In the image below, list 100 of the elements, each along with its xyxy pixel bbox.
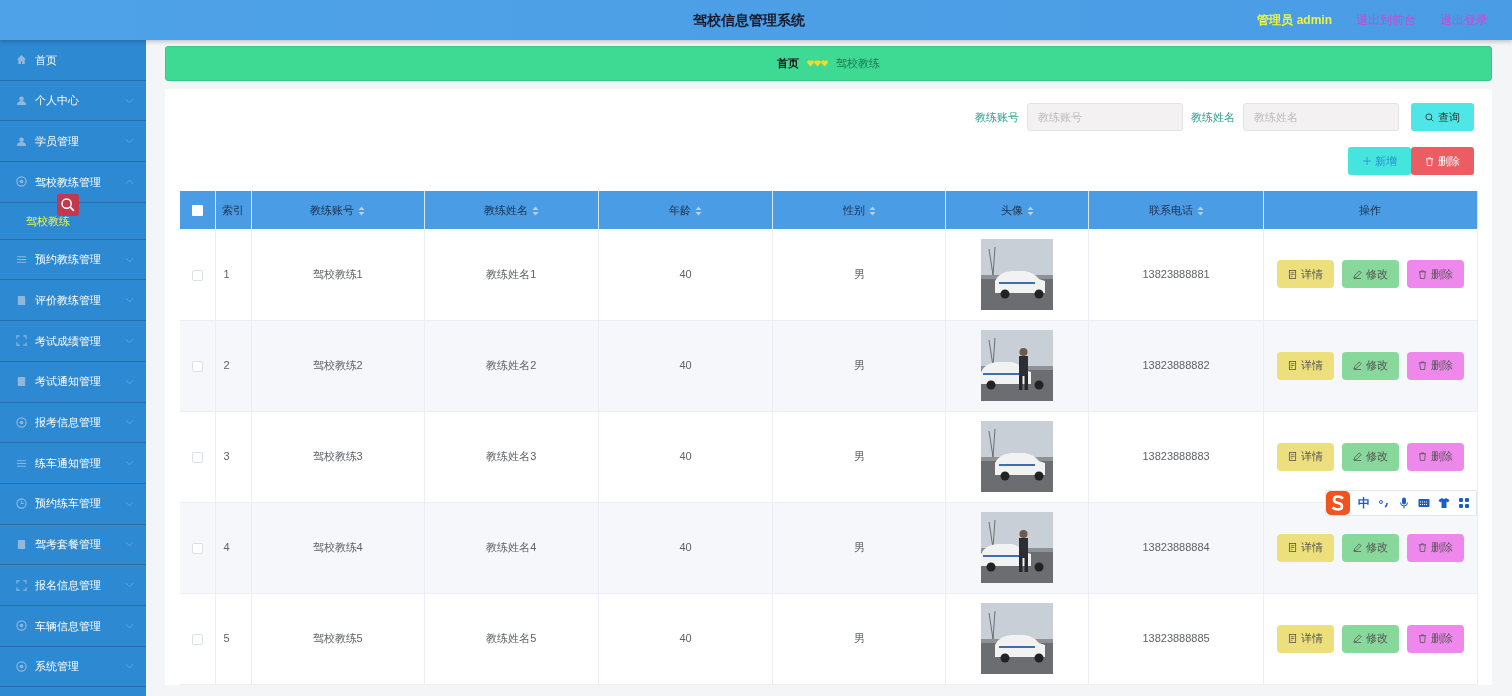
table-cell: 40 bbox=[679, 541, 692, 554]
trash-icon bbox=[1417, 361, 1427, 370]
detail-button[interactable]: 详情 bbox=[1276, 260, 1334, 289]
row-checkbox[interactable] bbox=[191, 360, 203, 372]
sidebar-item[interactable]: 报名信息管理 bbox=[0, 565, 146, 606]
table-cell: 驾校教练5 bbox=[312, 632, 363, 645]
pencil-icon bbox=[1352, 452, 1362, 461]
table-cell: 13823888882 bbox=[1142, 359, 1210, 372]
delete-button[interactable]: 删除 bbox=[1406, 351, 1464, 380]
detail-button[interactable]: 详情 bbox=[1276, 533, 1334, 562]
ime-mode-label[interactable]: 中 bbox=[1358, 494, 1370, 512]
table-cell: 驾校教练3 bbox=[312, 450, 363, 463]
table-cell: 男 bbox=[853, 541, 865, 554]
sidebar-item[interactable]: 车辆信息管理 bbox=[0, 605, 146, 647]
breadcrumb-item[interactable]: 首页 bbox=[777, 55, 799, 72]
sidebar-item[interactable]: 首页 bbox=[0, 40, 146, 81]
doc-icon bbox=[1287, 269, 1297, 279]
column-header[interactable]: 性别 bbox=[842, 203, 876, 216]
circle-icon bbox=[16, 416, 27, 428]
table-cell: 40 bbox=[679, 632, 692, 645]
hearts-icon bbox=[807, 60, 828, 67]
add-button[interactable]: 新增 bbox=[1348, 147, 1411, 175]
table-cell: 教练姓名2 bbox=[486, 359, 537, 372]
table-cell: 驾校教练1 bbox=[312, 268, 363, 280]
table-cell: 男 bbox=[853, 450, 865, 463]
field-label: 教练姓名 bbox=[1191, 109, 1235, 125]
sidebar-item[interactable]: 驾考套餐管理 bbox=[0, 524, 146, 566]
list-icon bbox=[16, 457, 27, 469]
detail-button[interactable]: 详情 bbox=[1276, 624, 1334, 653]
sidebar-item[interactable]: 个人中心 bbox=[0, 80, 146, 122]
circle-icon bbox=[16, 620, 27, 632]
table-cell: 驾校教练4 bbox=[312, 541, 363, 554]
row-checkbox[interactable] bbox=[191, 542, 203, 554]
clipboard-icon bbox=[16, 538, 27, 550]
sidebar-item[interactable]: 系统管理 bbox=[0, 646, 146, 688]
table-cell: 教练姓名1 bbox=[486, 268, 537, 280]
circle-icon bbox=[16, 660, 27, 672]
sidebar-item[interactable]: 考试通知管理 bbox=[0, 361, 146, 403]
table-cell: 教练姓名3 bbox=[486, 450, 537, 463]
app-title: 驾校信息管理系统 bbox=[691, 10, 806, 30]
column-header[interactable]: 头像 bbox=[1000, 203, 1034, 216]
column-header[interactable]: 教练账号 bbox=[310, 203, 366, 216]
list-icon bbox=[16, 254, 27, 266]
trash-icon bbox=[1425, 156, 1434, 166]
clipboard-icon bbox=[16, 294, 27, 306]
trash-icon bbox=[1417, 543, 1427, 552]
select-all-checkbox[interactable] bbox=[191, 205, 203, 217]
delete-button[interactable]: 删除 bbox=[1411, 147, 1474, 175]
search-icon bbox=[1425, 112, 1434, 122]
table-cell: 男 bbox=[853, 268, 865, 280]
column-header: 操作 bbox=[1359, 203, 1382, 216]
edit-button[interactable]: 修改 bbox=[1341, 260, 1399, 289]
detail-button[interactable]: 详情 bbox=[1276, 351, 1334, 380]
table-cell: 13823888884 bbox=[1142, 541, 1210, 554]
clipboard-icon bbox=[16, 376, 27, 388]
pencil-icon bbox=[1352, 361, 1362, 370]
home-icon bbox=[16, 54, 27, 66]
doc-icon bbox=[1287, 361, 1297, 370]
edit-button[interactable]: 修改 bbox=[1341, 442, 1399, 471]
delete-button[interactable]: 删除 bbox=[1406, 442, 1464, 471]
table-cell: 教练姓名4 bbox=[486, 541, 537, 554]
trash-icon bbox=[1417, 269, 1427, 279]
table-cell: 1 bbox=[223, 268, 230, 280]
trash-icon bbox=[1417, 634, 1427, 643]
pencil-icon bbox=[1352, 634, 1362, 643]
clock-icon bbox=[16, 498, 27, 510]
breadcrumb-item[interactable]: 驾校教练 bbox=[836, 55, 880, 72]
detail-button[interactable]: 详情 bbox=[1276, 442, 1334, 471]
sidebar-item[interactable]: 报考信息管理 bbox=[0, 402, 146, 444]
table-cell: 男 bbox=[853, 359, 865, 372]
sidebar-item[interactable]: 学员管理 bbox=[0, 121, 146, 163]
doc-icon bbox=[1287, 634, 1297, 643]
doc-icon bbox=[1287, 452, 1297, 461]
edit-button[interactable]: 修改 bbox=[1341, 351, 1399, 380]
delete-button[interactable]: 删除 bbox=[1406, 624, 1464, 653]
edit-button[interactable]: 修改 bbox=[1341, 533, 1399, 562]
column-header[interactable]: 教练姓名 bbox=[483, 203, 539, 216]
sidebar-item[interactable]: 预约练车管理 bbox=[0, 483, 146, 525]
sidebar-item[interactable]: 预约教练管理 bbox=[0, 239, 146, 281]
search-button[interactable]: 查询 bbox=[1411, 103, 1474, 131]
sidebar-item[interactable]: 考试成绩管理 bbox=[0, 321, 146, 362]
frame-icon bbox=[16, 335, 27, 347]
table-cell: 3 bbox=[223, 450, 230, 463]
column-header[interactable]: 年龄 bbox=[669, 203, 703, 216]
trash-icon bbox=[1417, 452, 1427, 461]
column-header[interactable]: 联系电话 bbox=[1148, 203, 1204, 216]
table-cell: 2 bbox=[223, 359, 230, 372]
field-label: 教练账号 bbox=[975, 109, 1019, 125]
delete-button[interactable]: 删除 bbox=[1406, 260, 1464, 289]
pencil-icon bbox=[1352, 543, 1362, 552]
sidebar-item[interactable]: 评价教练管理 bbox=[0, 280, 146, 322]
row-checkbox[interactable] bbox=[191, 269, 203, 281]
row-checkbox[interactable] bbox=[191, 451, 203, 463]
sidebar-item[interactable]: 练车通知管理 bbox=[0, 443, 146, 484]
row-checkbox[interactable] bbox=[191, 633, 203, 645]
edit-button[interactable]: 修改 bbox=[1341, 624, 1399, 653]
delete-button[interactable]: 删除 bbox=[1406, 533, 1464, 562]
user-label: 管理员 admin bbox=[1257, 12, 1332, 29]
search-icon bbox=[57, 194, 79, 216]
plus-icon bbox=[1362, 157, 1371, 165]
